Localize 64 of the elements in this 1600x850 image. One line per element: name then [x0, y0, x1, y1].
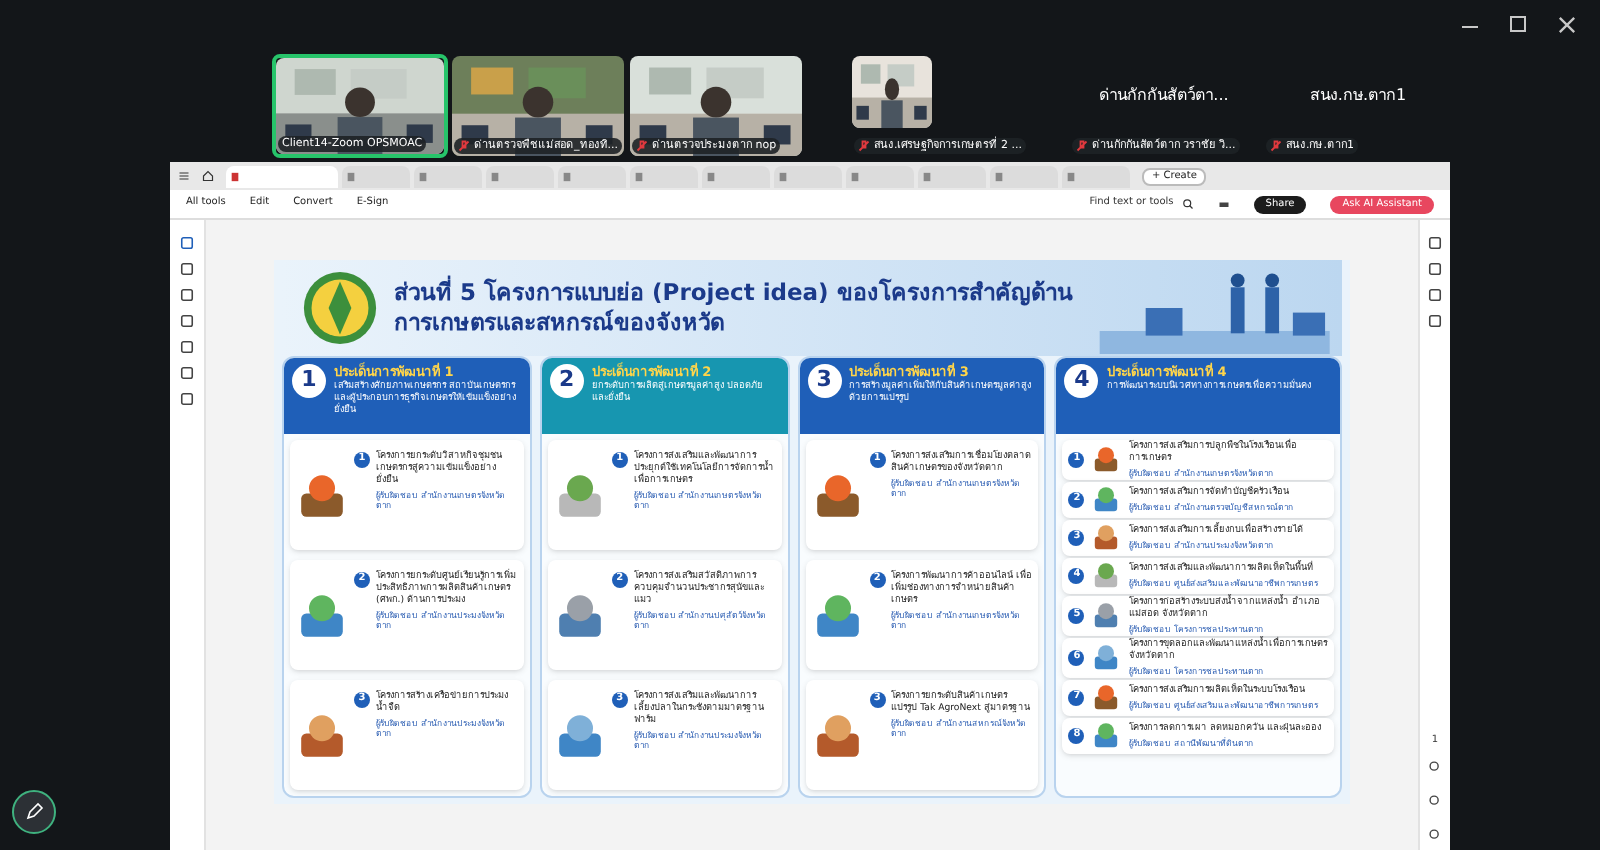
- document-icon: [1066, 171, 1076, 181]
- item-illustration-icon: [1090, 560, 1123, 592]
- participant-title: สนง.กษ.ตาก1: [1309, 84, 1407, 108]
- item-illustration-icon: [1090, 600, 1123, 632]
- muted-mic-icon: [636, 139, 648, 152]
- annotate-button[interactable]: [12, 790, 56, 834]
- item-illustration-icon: [1090, 484, 1123, 516]
- browser-tab[interactable]: [918, 165, 986, 187]
- project-illustration-icon: [296, 709, 348, 761]
- browser-tab[interactable]: [702, 165, 770, 187]
- project-illustration-icon: [811, 469, 864, 521]
- column-number: 4: [1064, 364, 1099, 398]
- slide-title: การเกษตรและสหกรณ์ของจังหวัด: [394, 308, 726, 338]
- search-icon[interactable]: [1181, 198, 1194, 210]
- slide-title: ส่วนที่ 5 โครงการแบบย่อ (Project idea) ของโครงการสำคัญด้าน: [394, 278, 1073, 308]
- browser-tab[interactable]: [630, 165, 698, 187]
- zoom-icon[interactable]: [1428, 794, 1442, 808]
- browser-tab[interactable]: [846, 165, 914, 187]
- browser-tab[interactable]: [342, 165, 410, 187]
- item-illustration-icon: [1090, 682, 1123, 714]
- item-illustration-icon: [1090, 642, 1123, 674]
- browser-tab[interactable]: [486, 165, 554, 187]
- item-illustration-icon: [1090, 444, 1123, 476]
- muted-mic-icon: [858, 139, 870, 152]
- project-illustration-icon: [296, 589, 348, 641]
- document-icon: [418, 171, 428, 181]
- menu-icon[interactable]: [178, 170, 190, 182]
- column-number: 1: [292, 364, 326, 398]
- item-illustration-icon: [1090, 522, 1123, 554]
- browser-tab[interactable]: [774, 165, 842, 187]
- zoom-icon[interactable]: [1428, 760, 1442, 774]
- project-illustration-icon: [811, 589, 864, 641]
- column-number: 3: [807, 364, 842, 398]
- project-illustration-icon: [553, 709, 606, 761]
- document-icon: [346, 171, 356, 181]
- home-icon[interactable]: [202, 170, 214, 182]
- document-icon: [634, 171, 644, 181]
- document-icon: [562, 171, 572, 181]
- muted-mic-icon: [458, 139, 470, 152]
- document-icon: [706, 171, 716, 181]
- muted-mic-icon: [1076, 139, 1088, 152]
- close-icon[interactable]: [1558, 16, 1576, 34]
- project-illustration-icon: [553, 589, 606, 641]
- document-icon: [490, 171, 500, 181]
- column-number: 2: [549, 364, 584, 398]
- project-illustration-icon: [811, 709, 864, 761]
- project-illustration-icon: [553, 469, 606, 521]
- browser-tab[interactable]: [414, 165, 482, 187]
- participant-title: ด่านกักกันสัตว์ตา...: [1099, 84, 1229, 108]
- pencil-icon: [24, 802, 44, 822]
- zoom-icon[interactable]: [1428, 828, 1442, 842]
- document-icon: [994, 171, 1004, 181]
- emblem-icon: [302, 270, 378, 346]
- browser-tab[interactable]: [990, 165, 1058, 187]
- muted-mic-icon: [1270, 139, 1282, 152]
- browser-tab[interactable]: [558, 165, 626, 187]
- project-illustration-icon: [296, 469, 348, 521]
- browser-tab[interactable]: [1062, 165, 1130, 187]
- document-icon: [778, 171, 788, 181]
- document-icon: [850, 171, 860, 181]
- restore-icon[interactable]: [1510, 16, 1526, 32]
- item-illustration-icon: [1090, 720, 1123, 752]
- document-icon: [922, 171, 932, 181]
- document-icon: [230, 171, 240, 181]
